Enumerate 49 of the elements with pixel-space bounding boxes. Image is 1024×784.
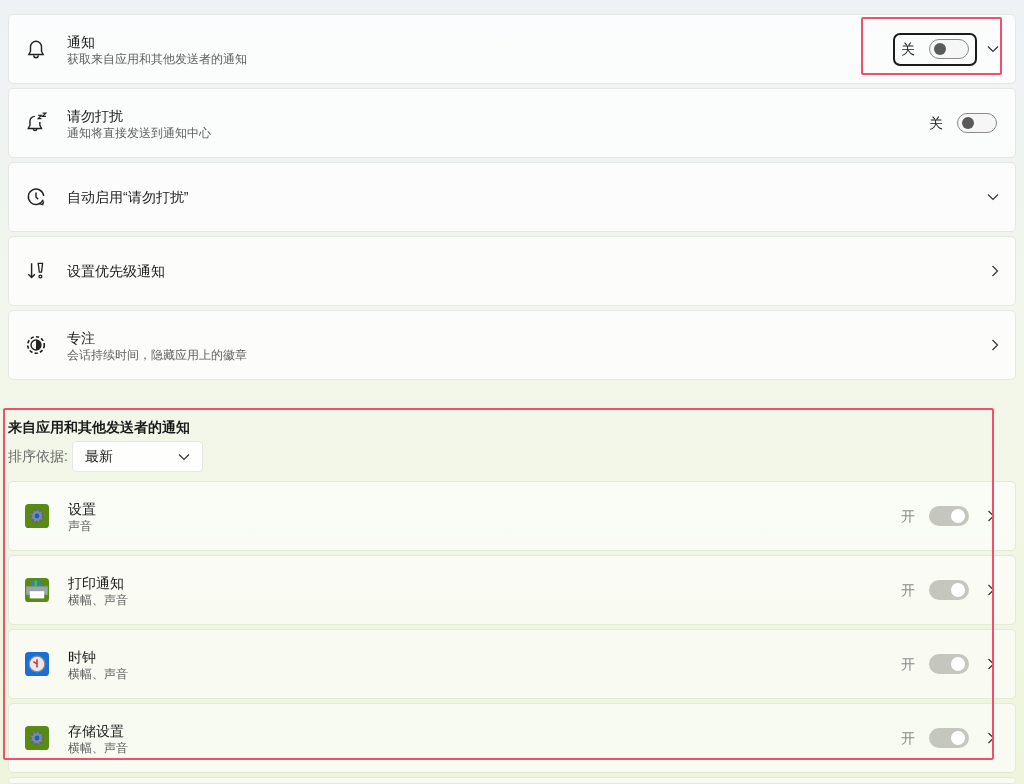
chevron-down-icon: [987, 193, 999, 201]
setting-title: 存储设置: [68, 721, 125, 741]
setting-title: 打印通知: [68, 573, 125, 593]
toggle-state-label: 开: [901, 654, 915, 674]
setting-description: 横幅、声音: [68, 666, 129, 682]
toggle-state-label: 开: [901, 728, 915, 748]
toggle-switch[interactable]: [929, 39, 969, 59]
toggle-state-label: 关: [901, 39, 915, 59]
toggle-state-label: 开: [901, 580, 915, 600]
settings-card[interactable]: 通知 获取来自应用和其他发送者的通知 关: [8, 14, 1016, 84]
chevron-right-icon: [987, 658, 995, 670]
settings-card[interactable]: 设置优先级通知: [8, 236, 1016, 306]
setting-description: 通知将直接发送到通知中心: [67, 125, 212, 141]
settings-card[interactable]: 请勿打扰 通知将直接发送到通知中心 关: [8, 88, 1016, 158]
setting-title: 专注: [67, 328, 96, 348]
chevron-down-icon: [177, 452, 190, 461]
sort-label: 排序依据:: [8, 447, 68, 466]
setting-description: 横幅、声音: [68, 740, 129, 756]
setting-title: 设置: [68, 499, 97, 519]
setting-description: 横幅、声音: [68, 592, 129, 608]
chevron-right-icon: [987, 510, 995, 522]
setting-title: 自动启用“请勿打扰”: [67, 188, 190, 207]
toggle-switch[interactable]: [957, 113, 997, 133]
clock-icon: [25, 186, 47, 208]
setting-description: 获取来自应用和其他发送者的通知: [67, 51, 248, 67]
setting-title: 通知: [67, 32, 96, 52]
toggle-state-label: 开: [901, 506, 915, 526]
section-heading: 来自应用和其他发送者的通知: [8, 418, 191, 436]
settings-card[interactable]: 自动启用“请勿打扰”: [8, 162, 1016, 232]
snooze-bell-icon: [25, 112, 47, 134]
chevron-right-icon: [991, 339, 999, 351]
settings-card[interactable]: 专注 会话持续时间，隐藏应用上的徽章: [8, 310, 1016, 380]
setting-description: 声音: [68, 518, 93, 534]
chevron-right-icon: [987, 732, 995, 744]
focus-icon: [25, 334, 47, 356]
gear-app-icon: [25, 726, 49, 750]
clock-app-icon: [25, 652, 49, 676]
gear-app-icon: [25, 504, 49, 528]
chevron-right-icon: [987, 584, 995, 596]
bell-icon: [25, 38, 47, 60]
toggle-state-label: 关: [929, 113, 943, 133]
printer-app-icon: [25, 578, 49, 602]
setting-title: 请勿打扰: [67, 106, 124, 126]
chevron-down-icon: [987, 45, 999, 53]
setting-title: 设置优先级通知: [67, 262, 166, 281]
sort-dropdown[interactable]: 最新: [71, 441, 203, 472]
setting-title: 时钟: [68, 647, 97, 667]
setting-description: 会话持续时间，隐藏应用上的徽章: [67, 347, 248, 363]
chevron-right-icon: [991, 265, 999, 277]
